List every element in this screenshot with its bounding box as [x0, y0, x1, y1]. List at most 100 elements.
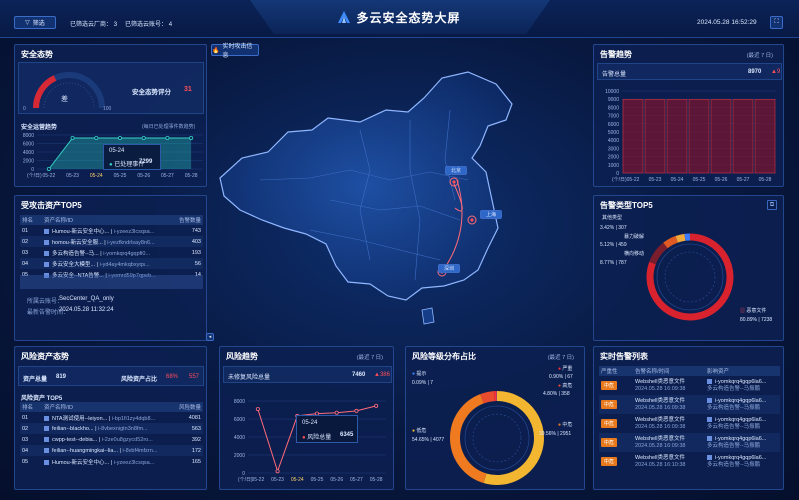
- total-value: 8970: [748, 69, 762, 75]
- asset-cell: cwpp-test--debia... | i-2ze0u8gzycd52ro.…: [42, 434, 175, 445]
- table-row[interactable]: 03 cwpp-test--debia... | i-2ze0u8gzycd52r…: [20, 434, 203, 445]
- attacked-assets-table: 排名 资产名称/ID 告警数量 01 Humou-新云安全中心... | i-yz…: [20, 215, 203, 280]
- column-header: 影响资产: [705, 366, 780, 376]
- bar: [688, 99, 710, 174]
- table-row[interactable]: 中危 Webshell类恶意文件 2024.05.28 16:09:38 i-yomk…: [599, 414, 780, 433]
- tooltip-value: 7299: [139, 159, 153, 165]
- ratio-pct: 68%: [166, 374, 179, 380]
- y-tick-label: 8000: [608, 105, 619, 111]
- alert-cell: Webshell类恶意文件 2024.05.28 16:09:38: [633, 376, 705, 395]
- x-tick-label: 05-22: [42, 173, 55, 179]
- x-tick-label: 05-26: [137, 173, 150, 179]
- severity-tag: 中危: [601, 419, 618, 428]
- city-marker-beijing[interactable]: 北京: [445, 166, 467, 175]
- rank: 04: [22, 447, 29, 454]
- asset-id: i-bp1fi1zy4dqb8...: [111, 415, 156, 422]
- table-row[interactable]: 02 feilian--blackho... | i-8vbexnigtn3n8f…: [20, 423, 203, 434]
- asset-name: 多云构造告警--马振鹏: [707, 461, 761, 468]
- rank-cell: 04: [20, 445, 42, 456]
- city-marker-shenzhen[interactable]: 深圳: [438, 264, 460, 273]
- risk-assets-table: 排名 资产名称/ID 风险数量 01 NTA测试使用--leiyon... | i…: [20, 402, 203, 467]
- fullscreen-button[interactable]: ⛶: [770, 16, 783, 29]
- tooltip-value: 6345: [340, 432, 354, 438]
- rank: 01: [22, 227, 29, 234]
- asset-id: i-yzeez3lcsqsa...: [113, 228, 155, 235]
- rank: 05: [22, 458, 29, 465]
- y-tick-label: 3000: [608, 146, 619, 152]
- total-label: 资产总量: [23, 377, 48, 383]
- x-axis-label: (个/日): [238, 477, 253, 483]
- donut-slice: [649, 242, 668, 265]
- rank-cell: 03: [20, 434, 42, 445]
- table-row[interactable]: 04 多云安全大模型... | i-yd4ay4mkqbxyqs... 56: [20, 258, 203, 269]
- column-header: 资产名称/ID: [42, 215, 175, 225]
- severity-tag: 中危: [601, 400, 618, 409]
- filter-label: 筛选: [32, 21, 45, 27]
- vendor-count: 3: [113, 22, 118, 28]
- x-axis-label: (个/日): [27, 173, 42, 179]
- asset-icon: [44, 228, 49, 234]
- table-row[interactable]: 中危 Webshell类恶意文件 2024.05.28 16:09:38 i-yomk…: [599, 376, 780, 395]
- asset-icon: [44, 436, 49, 442]
- asset-name: feilian--huangmingkai--lia...: [52, 447, 119, 454]
- table-row[interactable]: 02 homou-新云安全服... | i-yezfkndrlsay8n6... 4…: [20, 236, 203, 247]
- table-row[interactable]: 中危 Webshell类恶意文件 2024.05.28 16:09:38 i-yomk…: [599, 433, 780, 452]
- y-tick-label: 10000: [605, 89, 619, 95]
- table-row[interactable]: 01 NTA测试使用--leiyon... | i-bp1fi1zy4dqb8..…: [20, 412, 203, 423]
- data-point: [141, 135, 146, 140]
- asset-cell: feilian--blackho... | i-8vbexnigtn3n8fm.…: [42, 423, 175, 434]
- table-row[interactable]: 05 Humou-新云安全中心... | i-yzeez3lcsqsa... 165: [20, 456, 203, 467]
- x-tick-label: 05-26: [330, 477, 343, 483]
- map-toggle-button[interactable]: ◂: [206, 333, 214, 341]
- count-cell: 172: [175, 445, 203, 456]
- realtime-attack-button[interactable]: 🔥 实时攻击信息: [211, 44, 259, 59]
- asset-name: cwpp-test--debia...: [52, 436, 98, 443]
- table-row[interactable]: 中危 Webshell类恶意文件 2024.05.28 16:10:38 i-yomk…: [599, 452, 780, 471]
- attacked-assets-panel: 受攻击资产TOP5 排名 资产名称/ID 告警数量 01 Humou-新云安全中心…: [14, 195, 207, 341]
- city-label: 上海: [485, 212, 496, 218]
- legend-pct: 5.12%: [600, 242, 615, 248]
- asset-id: i-yomkqrq4gqp6la6...: [715, 378, 767, 385]
- asset-icon: [707, 378, 712, 384]
- asset-icon: [44, 459, 49, 465]
- legend-pct: 4.80%: [543, 391, 558, 397]
- table-row[interactable]: 03 多云构造告警--马... | i-yomkqrq4gqpfi0... 193: [20, 247, 203, 258]
- y-tick-label: 4000: [23, 150, 34, 156]
- count-cell: 392: [175, 434, 203, 445]
- severity-tag: 中危: [601, 381, 618, 390]
- x-tick-label: 05-27: [161, 173, 174, 179]
- asset-id: i-yomkqrq4gqp6la6...: [715, 435, 767, 442]
- x-axis-label: (个/日): [612, 177, 627, 183]
- city-marker-shanghai[interactable]: 上海: [480, 210, 502, 219]
- asset-id: i-yomkqrq4gqp6la6...: [715, 454, 767, 461]
- table-row[interactable]: 01 Humou-新云安全中心... | i-yzeez3lcsqsa... 743: [20, 225, 203, 236]
- change-value: 9: [776, 69, 781, 75]
- panel-title: 风险资产态势: [21, 352, 69, 361]
- alert-name: Webshell类恶意文件: [635, 454, 686, 461]
- rank-cell: 03: [20, 247, 42, 258]
- trend-tooltip: 05-24 ● 已处理事件 7299: [103, 144, 161, 170]
- y-tick-label: 5000: [608, 130, 619, 136]
- donut-slice: [663, 236, 678, 249]
- table-row[interactable]: 04 feilian--huangmingkai--lia... | i-8vbf…: [20, 445, 203, 456]
- alert-trend-chart: 10000 9000 8000 7000 6000 5000 4000 3000 2000 100…: [605, 89, 776, 183]
- asset-icon: [44, 239, 49, 245]
- legend-label: 严重: [562, 366, 573, 372]
- asset-name: 多云构造告警--马...: [52, 250, 99, 257]
- page-title-text: 多云安全态势大屏: [356, 11, 461, 25]
- y-tick-label: 6000: [234, 417, 245, 423]
- filter-button[interactable]: ▽ 筛选: [14, 16, 56, 29]
- alert-name: Webshell类恶意文件: [635, 378, 686, 385]
- legend-pct: 0.90%: [549, 374, 564, 380]
- asset-id: i-8vbexnigtn3n8fm...: [98, 425, 148, 432]
- risk-level-panel: 风险等级分布占比 (最近 7 日) ● 提示 0.09% | 7 ● 严重 0.…: [405, 346, 585, 490]
- data-point: [354, 408, 359, 413]
- filter-icon: ▽: [25, 20, 30, 26]
- y-tick-label: 2000: [23, 159, 34, 165]
- table-row[interactable]: 中危 Webshell类恶意文件 2024.05.28 16:09:38 i-yomk…: [599, 395, 780, 414]
- risk-tooltip: 05-24 ● 风险总量 6345: [296, 415, 358, 443]
- asset-cell: i-yomkqrq4gqp6la6... 多云构造告警--马振鹏: [705, 376, 780, 395]
- asset-name: 多云构造告警--马振鹏: [707, 404, 761, 411]
- tooltip-date: 05-24: [302, 420, 318, 426]
- legend-swatch: ●: [412, 428, 416, 434]
